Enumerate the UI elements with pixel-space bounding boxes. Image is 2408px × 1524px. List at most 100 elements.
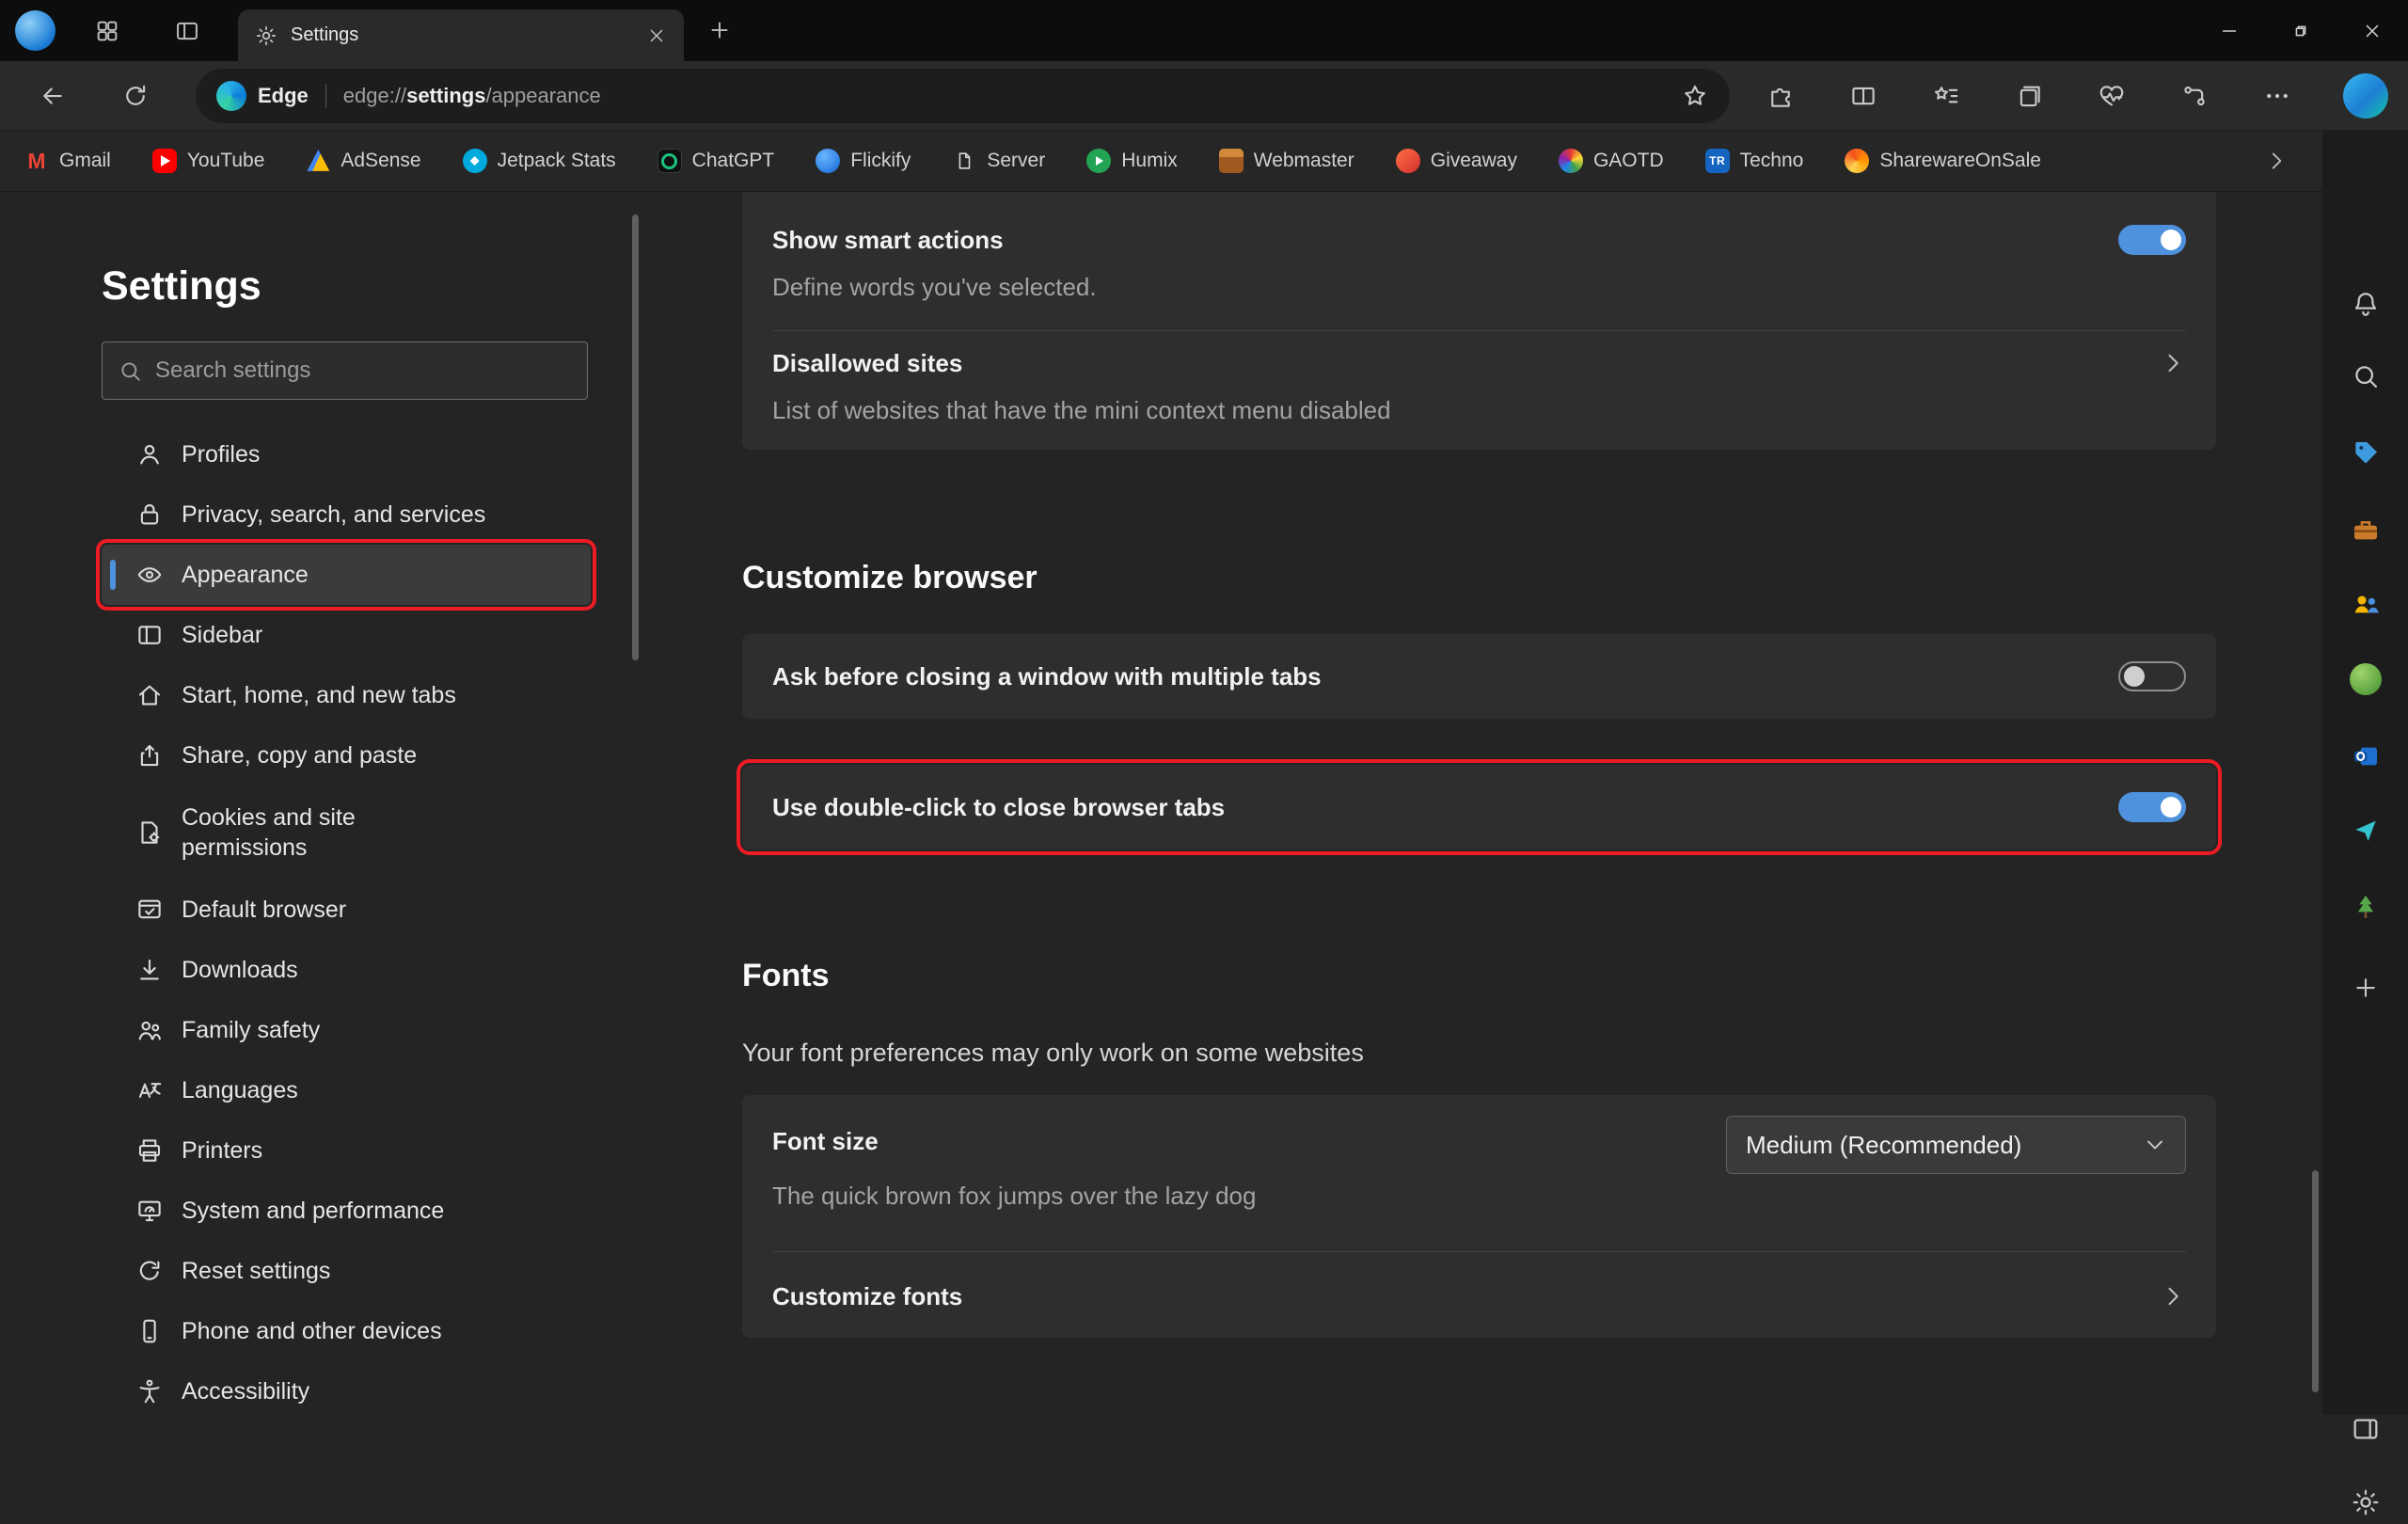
webmaster-favicon bbox=[1219, 149, 1244, 173]
browser-essentials-icon[interactable] bbox=[2091, 75, 2132, 117]
bookmark-jetpack-stats[interactable]: Jetpack Stats bbox=[463, 149, 616, 173]
appearance-icon bbox=[135, 561, 164, 589]
bookmark-adsense[interactable]: AdSense bbox=[306, 149, 420, 173]
disallowed-sites-row[interactable]: Disallowed sites bbox=[772, 343, 2186, 383]
settings-search-box[interactable] bbox=[102, 341, 588, 400]
printers-icon bbox=[135, 1136, 164, 1165]
sidebar-item-privacy[interactable]: Privacy, search, and services bbox=[102, 484, 591, 545]
page-scrollbar-thumb[interactable] bbox=[2312, 1170, 2319, 1392]
games-app-icon[interactable] bbox=[2344, 658, 2387, 701]
sidebar-item-family-safety[interactable]: Family safety bbox=[102, 1000, 591, 1060]
split-screen-icon[interactable] bbox=[1843, 75, 1884, 117]
sidebar-item-downloads[interactable]: Downloads bbox=[102, 940, 591, 1000]
font-size-value: Medium (Recommended) bbox=[1746, 1131, 2021, 1160]
sidebar-item-start-home[interactable]: Start, home, and new tabs bbox=[102, 665, 591, 725]
privacy-lock-icon bbox=[135, 500, 164, 529]
sidebar-icon bbox=[135, 621, 164, 649]
system-performance-icon bbox=[135, 1197, 164, 1225]
people-app-icon[interactable] bbox=[2344, 582, 2387, 626]
gaotd-favicon bbox=[1559, 149, 1583, 173]
bookmark-webmaster[interactable]: Webmaster bbox=[1219, 149, 1354, 173]
browser-tab-settings[interactable]: Settings bbox=[238, 9, 684, 61]
disallowed-sites-subtitle: List of websites that have the mini cont… bbox=[772, 390, 2186, 430]
sidebar-item-reset-settings[interactable]: Reset settings bbox=[102, 1241, 591, 1301]
new-tab-button[interactable] bbox=[707, 18, 732, 42]
downloads-icon bbox=[135, 956, 164, 984]
double-click-close-toggle[interactable] bbox=[2118, 792, 2186, 822]
tab-actions-icon[interactable] bbox=[94, 18, 120, 44]
rail-settings-gear-icon[interactable] bbox=[2344, 1481, 2387, 1524]
server-favicon bbox=[952, 149, 976, 173]
bookmark-giveaway[interactable]: Giveaway bbox=[1396, 149, 1517, 173]
bookmark-sharewareonsale[interactable]: SharewareOnSale bbox=[1845, 149, 2041, 173]
sidebar-item-accessibility[interactable]: Accessibility bbox=[102, 1361, 591, 1415]
bookmarks-bar: MGmail YouTube AdSense Jetpack Stats Cha… bbox=[0, 131, 2322, 192]
bookmark-flickify[interactable]: Flickify bbox=[816, 149, 911, 173]
search-icon bbox=[118, 358, 143, 384]
collections-icon[interactable] bbox=[2008, 75, 2050, 117]
tab-close-icon[interactable] bbox=[646, 25, 667, 46]
giveaway-favicon bbox=[1396, 149, 1420, 173]
sidebar-item-appearance[interactable]: Appearance bbox=[102, 545, 591, 605]
favorites-icon[interactable] bbox=[1925, 75, 1967, 117]
bookmark-techno[interactable]: TRTechno bbox=[1705, 149, 1804, 173]
address-bar[interactable]: Edge edge://settings/appearance bbox=[196, 69, 1730, 123]
disallowed-sites-label: Disallowed sites bbox=[772, 343, 962, 383]
sidebar-item-sidebar[interactable]: Sidebar bbox=[102, 605, 591, 665]
back-icon[interactable] bbox=[32, 75, 73, 117]
settings-nav: Profiles Privacy, search, and services A… bbox=[102, 424, 591, 1415]
sidebar-scrollbar-thumb[interactable] bbox=[632, 214, 639, 660]
sidebar-item-profiles[interactable]: Profiles bbox=[102, 424, 591, 484]
search-input[interactable] bbox=[155, 357, 572, 384]
minimize-button[interactable] bbox=[2194, 0, 2265, 61]
copilot-icon[interactable] bbox=[2343, 73, 2388, 119]
show-smart-actions-toggle[interactable] bbox=[2118, 225, 2186, 255]
family-safety-icon bbox=[135, 1016, 164, 1044]
workspaces-icon[interactable] bbox=[174, 18, 200, 44]
sidebar-item-languages[interactable]: Languages bbox=[102, 1060, 591, 1120]
sidebar-search-icon[interactable] bbox=[2344, 355, 2387, 398]
favorite-star-icon[interactable] bbox=[1681, 82, 1709, 110]
sidebar-item-system-performance[interactable]: System and performance bbox=[102, 1181, 591, 1241]
sidebar-item-phone-devices[interactable]: Phone and other devices bbox=[102, 1301, 591, 1361]
sidebar-item-share[interactable]: Share, copy and paste bbox=[102, 725, 591, 786]
bookmark-server[interactable]: Server bbox=[952, 149, 1045, 173]
shopping-app-icon[interactable] bbox=[2344, 432, 2387, 475]
refresh-icon[interactable] bbox=[115, 75, 156, 117]
window-controls bbox=[2194, 0, 2408, 61]
fonts-heading: Fonts bbox=[742, 955, 2216, 996]
bookmark-youtube[interactable]: YouTube bbox=[152, 149, 265, 173]
sidebar-item-printers[interactable]: Printers bbox=[102, 1120, 591, 1181]
add-apps-icon[interactable] bbox=[2344, 966, 2387, 1009]
sidebar-item-cookies[interactable]: Cookies and site permissions bbox=[102, 786, 591, 880]
sidebar-item-default-browser[interactable]: Default browser bbox=[102, 880, 591, 940]
tree-app-icon[interactable] bbox=[2344, 885, 2387, 929]
extensions-icon[interactable] bbox=[1760, 75, 1801, 117]
ask-before-closing-label: Ask before closing a window with multipl… bbox=[772, 657, 1322, 696]
customize-browser-heading: Customize browser bbox=[742, 557, 2216, 598]
close-window-button[interactable] bbox=[2337, 0, 2408, 61]
customize-fonts-chevron-icon bbox=[2160, 1283, 2186, 1310]
bookmark-humix[interactable]: Humix bbox=[1086, 149, 1178, 173]
notifications-bell-icon[interactable] bbox=[2344, 282, 2387, 325]
toolbox-app-icon[interactable] bbox=[2344, 509, 2387, 552]
font-size-label: Font size bbox=[772, 1121, 1256, 1161]
bookmark-gaotd[interactable]: GAOTD bbox=[1559, 149, 1664, 173]
fonts-card: Font size The quick brown fox jumps over… bbox=[742, 1095, 2216, 1338]
adsense-favicon bbox=[306, 149, 330, 173]
bookmark-gmail[interactable]: MGmail bbox=[24, 149, 111, 173]
outlook-app-icon[interactable] bbox=[2344, 735, 2387, 778]
maximize-restore-button[interactable] bbox=[2265, 0, 2337, 61]
profile-avatar[interactable] bbox=[15, 10, 55, 51]
url-text[interactable]: edge://settings/appearance bbox=[343, 84, 1681, 108]
drop-app-icon[interactable] bbox=[2344, 808, 2387, 851]
bookmarks-overflow-icon[interactable] bbox=[2264, 149, 2289, 173]
customize-fonts-label: Customize fonts bbox=[772, 1277, 962, 1316]
workflow-icon[interactable] bbox=[2174, 75, 2215, 117]
ask-before-closing-toggle[interactable] bbox=[2118, 661, 2186, 691]
customize-fonts-row[interactable]: Customize fonts bbox=[772, 1277, 2186, 1316]
bookmark-chatgpt[interactable]: ChatGPT bbox=[657, 149, 775, 173]
sidebar-panel-icon[interactable] bbox=[2344, 1407, 2387, 1451]
more-options-icon[interactable] bbox=[2257, 75, 2298, 117]
font-size-dropdown[interactable]: Medium (Recommended) bbox=[1726, 1116, 2186, 1174]
